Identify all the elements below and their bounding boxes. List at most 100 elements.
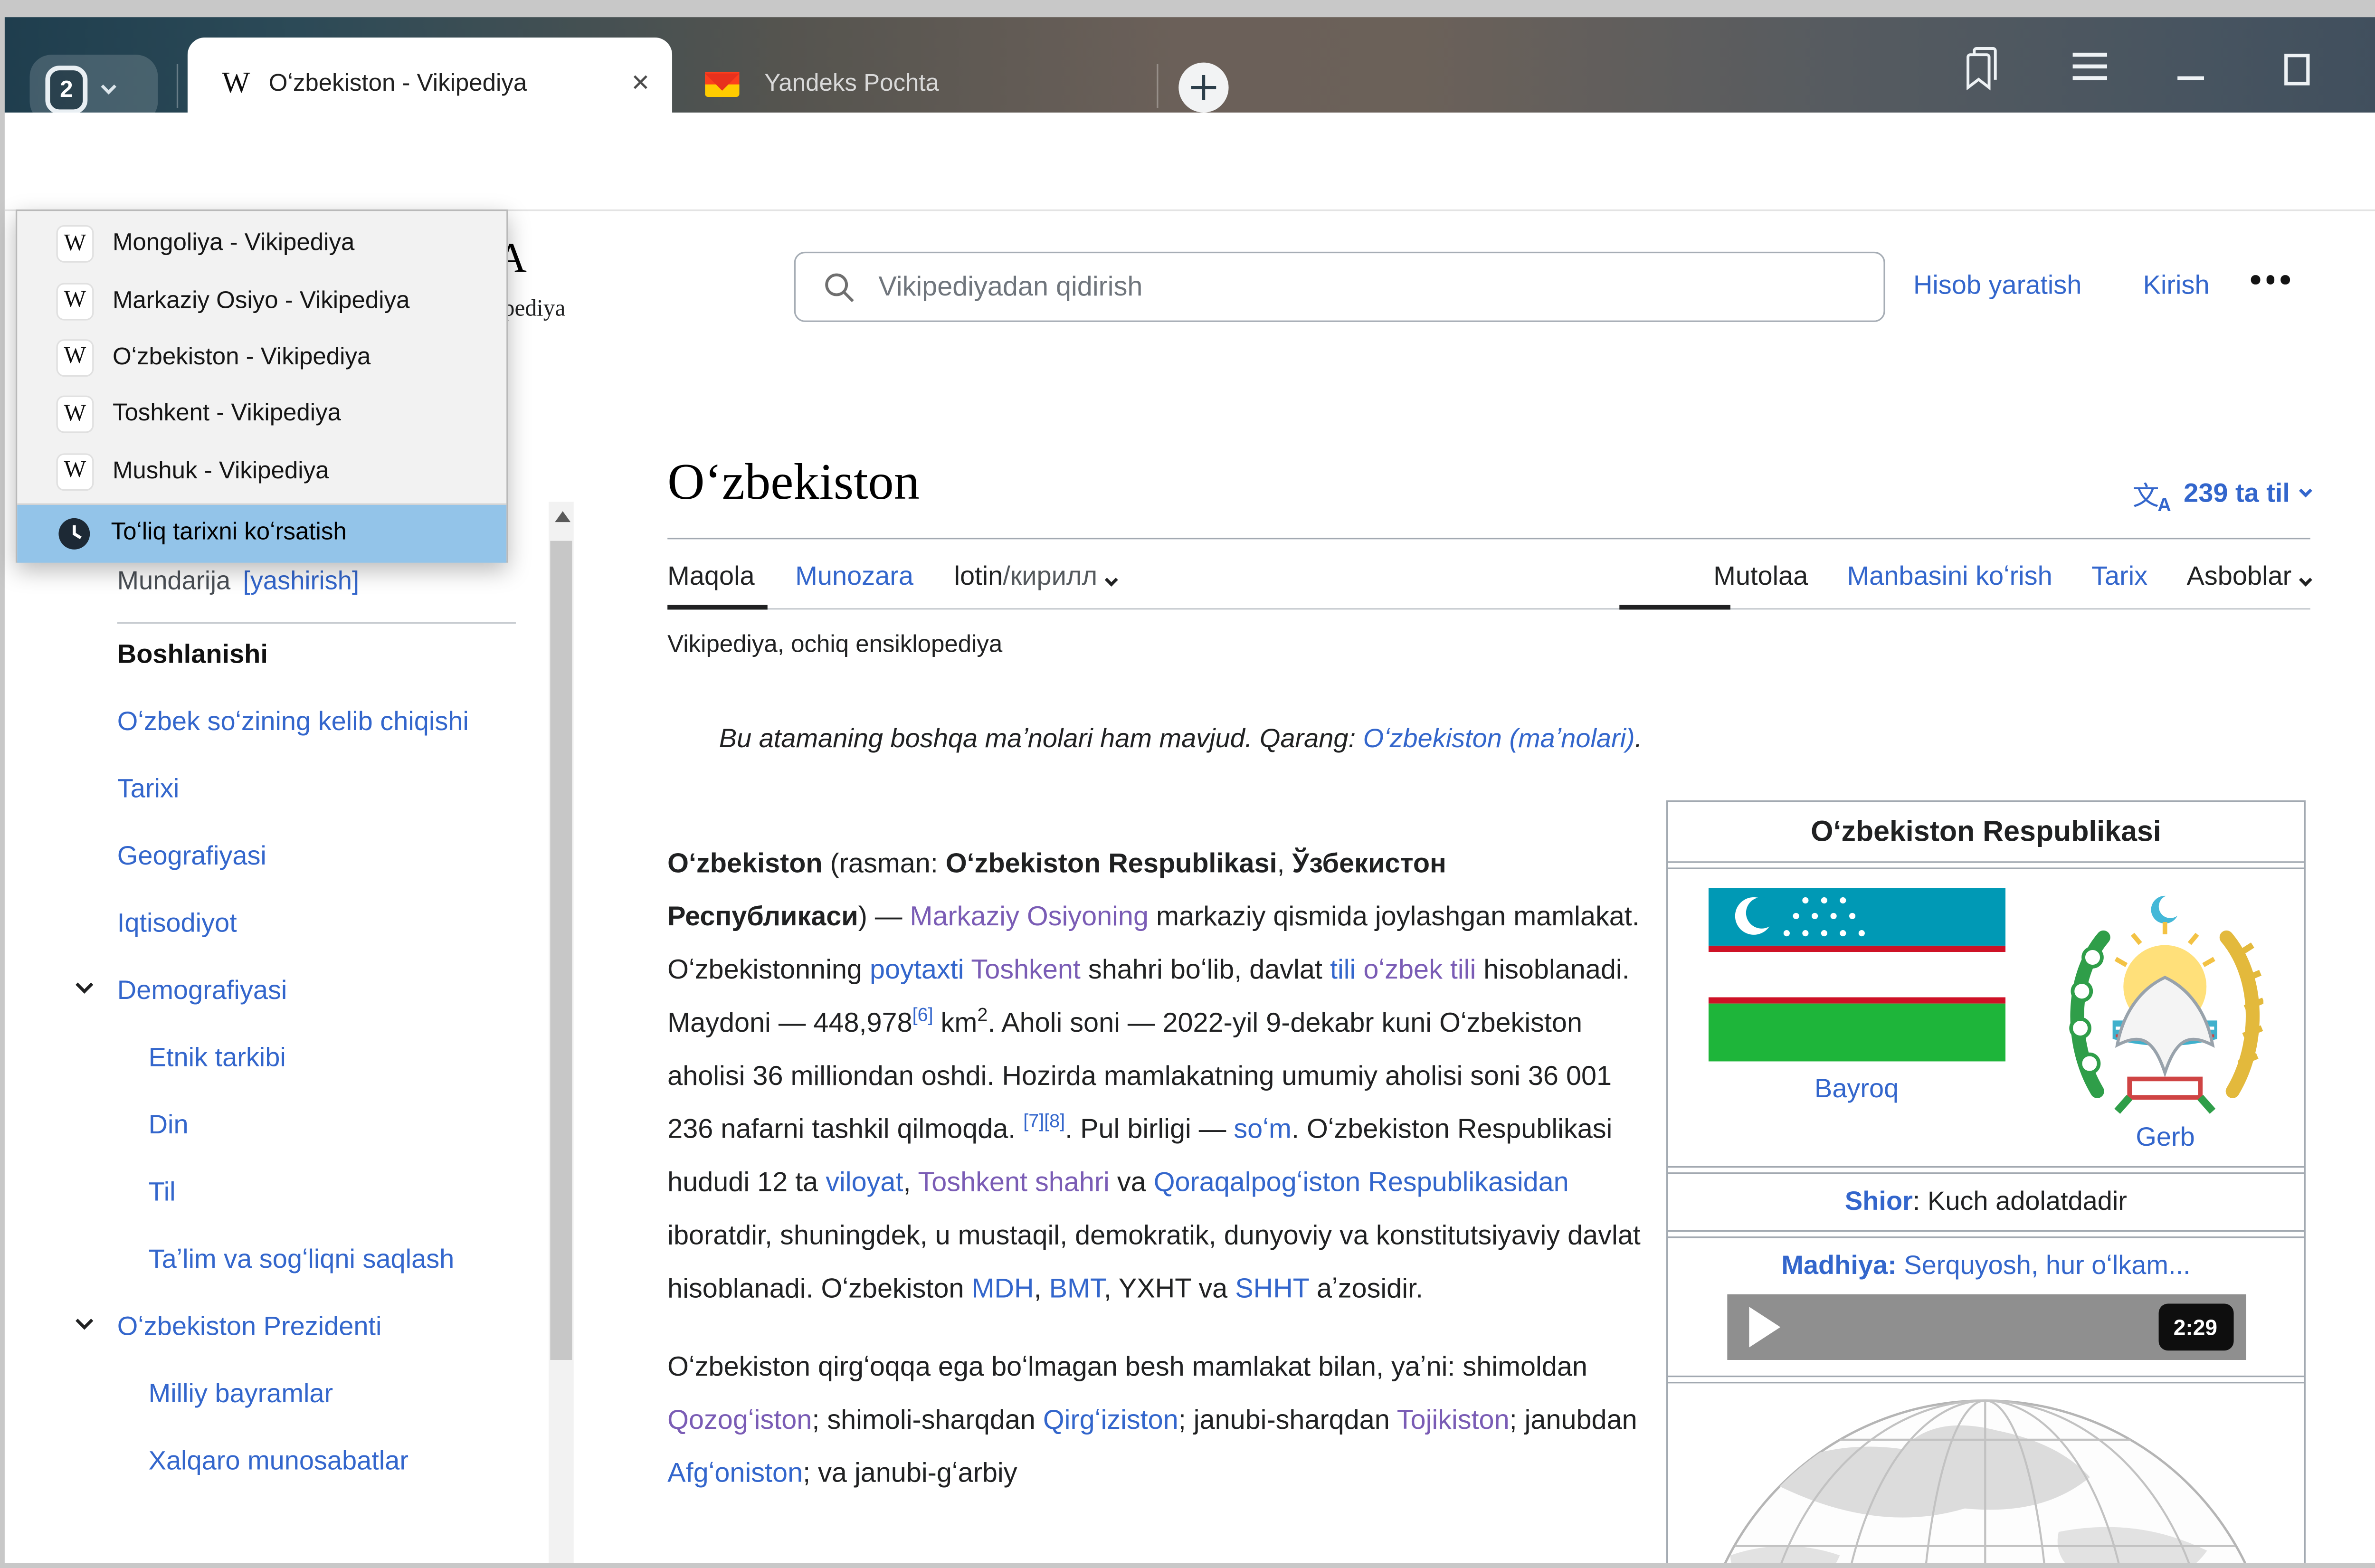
- more-options-icon[interactable]: [2251, 275, 2290, 284]
- chevron-down-icon[interactable]: [76, 976, 93, 994]
- login-link[interactable]: Kirish: [2143, 270, 2210, 302]
- article-link[interactable]: SHHT: [1235, 1273, 1309, 1304]
- menu-hamburger-icon[interactable]: [2071, 52, 2109, 82]
- article-link[interactable]: soʻm: [1234, 1113, 1292, 1144]
- hatnote: Bu atamaning boshqa maʼnolari ham mavjud…: [719, 724, 2282, 755]
- toc-item-link[interactable]: Oʻzbekiston Prezidenti: [117, 1307, 511, 1348]
- article-link[interactable]: Toshkent shahri: [918, 1166, 1109, 1197]
- chevron-down-icon[interactable]: [76, 1312, 93, 1330]
- article-link[interactable]: Qozogʻiston: [667, 1404, 812, 1435]
- history-menu-item[interactable]: WOʻzbekiston - Vikipediya: [17, 330, 506, 387]
- toc-item-label: Boshlanishi: [117, 639, 268, 669]
- toc-item-link[interactable]: Geografiyasi: [117, 836, 511, 877]
- flag-link[interactable]: Bayroq: [1814, 1074, 1899, 1105]
- article-link[interactable]: viloyat: [826, 1166, 903, 1197]
- history-item-label: Toshkent - Vikipediya: [113, 401, 341, 429]
- text-run: aʼzosidir.: [1309, 1273, 1423, 1304]
- tab-mutolaa[interactable]: Mutolaa: [1713, 561, 1808, 592]
- show-full-history-label: Toʻliq tarixni koʻrsatish: [111, 520, 347, 548]
- toc-scrollbar-up-arrow[interactable]: [554, 511, 570, 522]
- text-run: [964, 953, 971, 985]
- toc-item-label: Milliy bayramlar: [149, 1378, 333, 1408]
- history-menu-item[interactable]: WMushuk - Vikipediya: [17, 443, 506, 500]
- article-link[interactable]: [6]: [912, 1004, 933, 1026]
- article-link[interactable]: Markaziy Osiyoning: [910, 901, 1149, 932]
- wikipedia-favicon: W: [222, 67, 250, 101]
- tab-munozara[interactable]: Munozara: [795, 561, 913, 592]
- location-globe-image[interactable]: [1668, 1383, 2304, 1563]
- tab-maqola[interactable]: Maqola: [667, 561, 755, 592]
- toc-item-label: Din: [149, 1110, 189, 1140]
- tab-tarix[interactable]: Tarix: [2091, 561, 2147, 592]
- article-link[interactable]: Toshkent: [971, 953, 1081, 985]
- new-tab-button[interactable]: [1178, 63, 1228, 113]
- minimize-button[interactable]: [2177, 75, 2204, 81]
- toc-item-label: Demografiyasi: [117, 975, 287, 1005]
- chevron-down-icon: [2299, 573, 2312, 587]
- motto-text: Kuch adolatdadir: [1920, 1187, 2127, 1216]
- audio-player[interactable]: 2:29: [1727, 1294, 2246, 1360]
- history-menu-item[interactable]: WToshkent - Vikipediya: [17, 386, 506, 443]
- article-link[interactable]: MDH: [971, 1273, 1034, 1304]
- text-run: ) —: [858, 901, 910, 932]
- text-run: shahri boʻlib, davlat: [1081, 953, 1330, 985]
- toc-scrollbar-thumb[interactable]: [550, 541, 572, 1360]
- history-item-label: Oʻzbekiston - Vikipediya: [113, 344, 370, 372]
- tab-variant-selector[interactable]: lotin/кирилл: [954, 561, 1116, 592]
- article-link[interactable]: poytaxti: [870, 953, 964, 985]
- tab-counter-badge: 2: [45, 65, 87, 114]
- emblem-link[interactable]: Gerb: [2136, 1122, 2194, 1154]
- yandex-mail-icon: [705, 67, 739, 101]
- toc-item-label: Iqtisodiyot: [117, 908, 237, 938]
- toc-item-label: Oʻzbek soʻzining kelib chiqishi: [117, 706, 469, 736]
- tab-asboblar[interactable]: Asboblar: [2186, 561, 2310, 592]
- uzbekistan-emblem-image[interactable]: [2067, 888, 2264, 1119]
- create-account-link[interactable]: Hisob yaratish: [1913, 270, 2081, 302]
- text-run: [1356, 953, 1363, 985]
- text-run: Oʻzbekiston qirgʻoqqa ega boʻlmagan besh…: [667, 1350, 1587, 1382]
- history-menu-item[interactable]: WMongoliya - Vikipediya: [17, 216, 506, 273]
- toc-hide-link[interactable]: [yashirish]: [243, 568, 359, 596]
- close-tab-icon[interactable]: [631, 72, 650, 95]
- toc-item-link[interactable]: Xalqaro munosabatlar: [117, 1441, 511, 1482]
- article-link[interactable]: Afgʻoniston: [667, 1457, 803, 1488]
- article-link[interactable]: tili: [1330, 953, 1356, 985]
- article-link[interactable]: Oʻzbekiston (maʼnolari): [1363, 724, 1635, 754]
- show-full-history-item[interactable]: Toʻliq tarixni koʻrsatish: [17, 505, 506, 563]
- anthem-label-link[interactable]: Madhiya:: [1781, 1251, 1896, 1281]
- side-panel-bookmark-icon[interactable]: [1962, 45, 2003, 92]
- motto-label-link[interactable]: Shior: [1845, 1187, 1913, 1216]
- play-icon[interactable]: [1748, 1307, 1780, 1348]
- uzbekistan-flag-image[interactable]: [1708, 888, 2005, 1061]
- search-input[interactable]: Vikipediyadan qidirish: [794, 252, 1885, 322]
- article-link[interactable]: BMT: [1049, 1273, 1104, 1304]
- history-menu-item[interactable]: WMarkaziy Osiyo - Vikipediya: [17, 273, 506, 330]
- toc-item-link[interactable]: Din: [117, 1105, 511, 1146]
- toc-item-link[interactable]: Oʻzbek soʻzining kelib chiqishi: [117, 702, 511, 743]
- maximize-button[interactable]: [2284, 53, 2310, 86]
- article-link[interactable]: oʻzbek tili: [1363, 953, 1476, 985]
- toc-item-link[interactable]: Taʼlim va sogʻliqni saqlash: [117, 1240, 511, 1281]
- toc-item-link[interactable]: Etnik tarkibi: [117, 1038, 511, 1079]
- toc-item-link[interactable]: Til: [117, 1172, 511, 1213]
- tab-title: Yandeks Pochta: [764, 69, 939, 97]
- article-link[interactable]: Qoraqalpogʻiston Respublikasidan: [1154, 1166, 1569, 1197]
- divider: [1668, 1376, 2304, 1383]
- article-link[interactable]: Tojikiston: [1397, 1404, 1510, 1435]
- toc-item-link[interactable]: Milliy bayramlar: [117, 1374, 511, 1415]
- tab-manbasini-korish[interactable]: Manbasini koʻrish: [1847, 561, 2052, 592]
- toc-item-label: Tarixi: [117, 774, 180, 804]
- anthem-title-link[interactable]: Serquyosh, hur oʻlkam...: [1897, 1251, 2191, 1281]
- language-selector[interactable]: 文A 239 ta til: [2133, 474, 2310, 513]
- text-run: ; janubi-sharqdan: [1178, 1404, 1397, 1435]
- table-of-contents: Boshlanishi Oʻzbek soʻzining kelib chiqis…: [117, 635, 511, 1509]
- history-item-label: Mushuk - Vikipediya: [113, 457, 329, 485]
- text-run: (rasman:: [823, 847, 946, 879]
- toc-item-link[interactable]: Iqtisodiyot: [117, 903, 511, 944]
- site-tagline: Vikipediya, ochiq ensiklopediya: [667, 631, 1002, 659]
- toc-item-link[interactable]: Demografiyasi: [117, 971, 511, 1012]
- article-link[interactable]: Qirgʻiziston: [1043, 1404, 1178, 1435]
- toc-item-link[interactable]: Tarixi: [117, 769, 511, 810]
- article-link[interactable]: [7][8]: [1023, 1110, 1065, 1132]
- toc-item-heading[interactable]: Boshlanishi: [117, 635, 511, 675]
